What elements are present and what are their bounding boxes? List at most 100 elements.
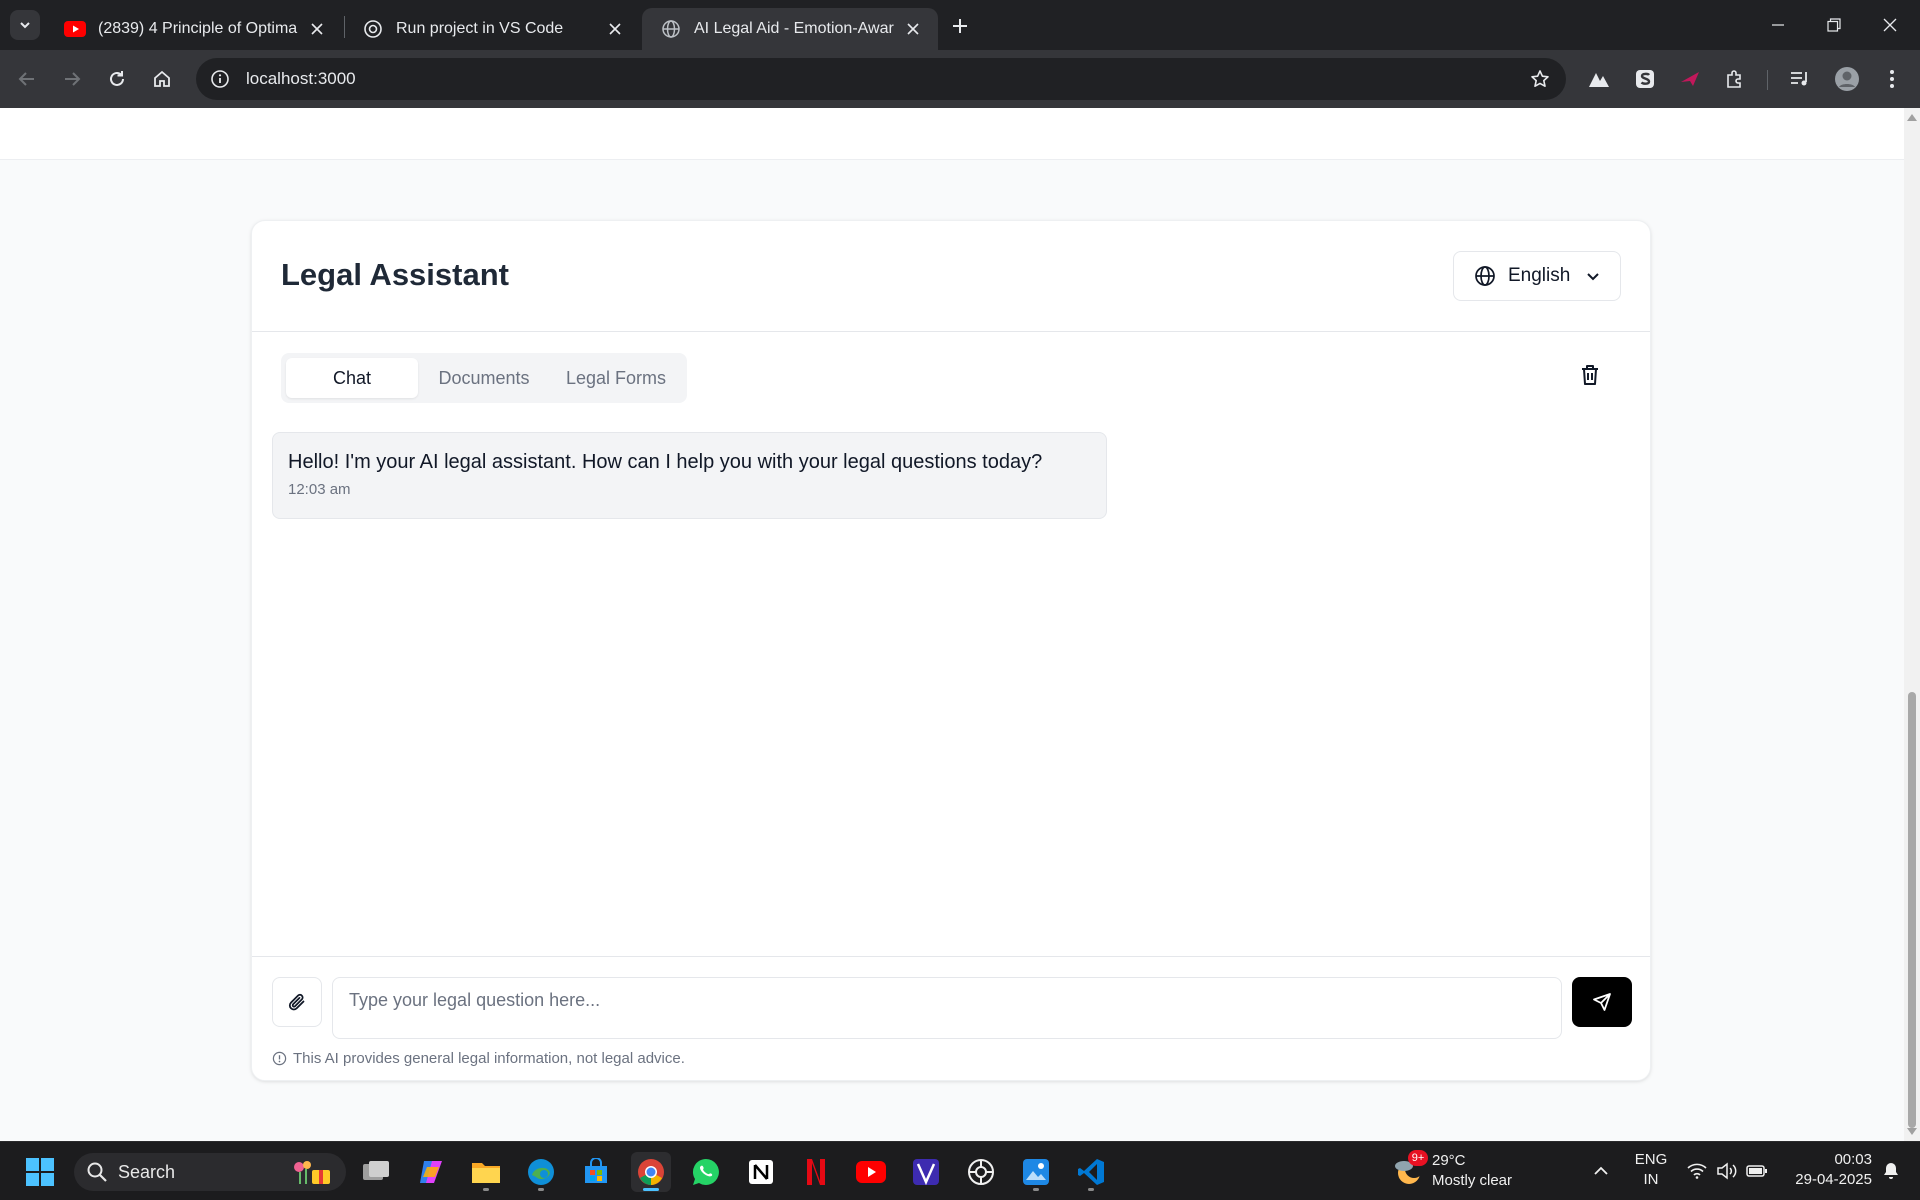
clock-date[interactable]: 29-04-2025 <box>1784 1171 1872 1188</box>
chatgpt-icon[interactable] <box>961 1152 1001 1192</box>
tab-title: (2839) 4 Principle of Optimality <box>98 20 298 37</box>
disclaimer-text: This AI provides general legal informati… <box>293 1050 685 1067</box>
search-label: Search <box>118 1161 176 1182</box>
windows-logo-icon <box>26 1158 54 1186</box>
mountain-extension-icon[interactable] <box>1583 63 1615 95</box>
question-input[interactable] <box>332 977 1562 1039</box>
restore-button[interactable] <box>1806 0 1862 50</box>
restore-icon <box>1827 18 1841 32</box>
chevron-down-icon <box>1584 267 1602 285</box>
plus-icon <box>953 19 967 33</box>
microsoft-store-icon[interactable] <box>576 1152 616 1192</box>
close-icon <box>1883 18 1897 32</box>
browser-tab-youtube[interactable]: (2839) 4 Principle of Optimality <box>46 8 342 50</box>
card-header: Legal Assistant English <box>252 221 1650 332</box>
browser-menu-button[interactable] <box>1876 63 1908 95</box>
scroll-down-arrow-icon[interactable] <box>1907 1128 1917 1135</box>
youtube-icon <box>64 18 86 40</box>
vpn-shield-icon[interactable] <box>906 1152 946 1192</box>
site-info-icon[interactable] <box>208 67 232 91</box>
forward-button[interactable] <box>55 62 89 96</box>
weather-widget[interactable]: 9+ 29°C Mostly clear <box>1390 1150 1530 1194</box>
close-icon[interactable] <box>604 18 626 40</box>
wifi-icon[interactable] <box>1686 1160 1708 1182</box>
active-indicator <box>643 1188 659 1191</box>
notifications-icon[interactable] <box>1880 1160 1902 1182</box>
chevron-down-icon <box>20 22 30 29</box>
input-language-bottom[interactable]: IN <box>1628 1171 1674 1188</box>
disclaimer: This AI provides general legal informati… <box>272 1050 685 1067</box>
media-controls-icon[interactable] <box>1784 63 1816 95</box>
netflix-icon[interactable] <box>796 1152 836 1192</box>
send-button[interactable] <box>1572 977 1632 1027</box>
puzzle-extensions-icon[interactable] <box>1719 63 1751 95</box>
show-hidden-icons-button[interactable] <box>1590 1160 1612 1182</box>
language-label: English <box>1508 265 1571 286</box>
page-viewport: Legal Assistant English Chat Documents L… <box>0 108 1904 1141</box>
chevron-up-icon <box>1594 1166 1608 1175</box>
browser-toolbar: localhost:3000 <box>0 50 1920 108</box>
toolbar-divider <box>1767 70 1768 90</box>
copilot-icon[interactable] <box>411 1152 451 1192</box>
tab-chat[interactable]: Chat <box>286 358 418 398</box>
page-top-navbar <box>0 108 1904 160</box>
message-composer: This AI provides general legal informati… <box>252 956 1650 1082</box>
minimize-button[interactable] <box>1750 0 1806 50</box>
clear-chat-button[interactable] <box>1570 355 1610 395</box>
s-extension-icon[interactable] <box>1629 63 1661 95</box>
running-indicator <box>1033 1188 1039 1191</box>
reload-button[interactable] <box>100 62 134 96</box>
clock-time[interactable]: 00:03 <box>1784 1151 1872 1168</box>
chrome-icon[interactable] <box>631 1152 671 1192</box>
input-language-top[interactable]: ENG <box>1628 1151 1674 1168</box>
tab-legal-forms[interactable]: Legal Forms <box>550 358 682 398</box>
address-bar[interactable]: localhost:3000 <box>196 58 1566 100</box>
reload-icon <box>110 71 124 86</box>
more-vertical-icon <box>1890 70 1894 88</box>
edge-icon[interactable] <box>521 1152 561 1192</box>
arrow-left-icon <box>18 72 34 86</box>
page-scrollbar[interactable] <box>1904 108 1920 1141</box>
scroll-up-arrow-icon[interactable] <box>1907 114 1917 121</box>
trash-icon <box>1582 365 1598 385</box>
language-select[interactable]: English <box>1453 251 1621 301</box>
profile-avatar[interactable] <box>1831 63 1863 95</box>
scrollbar-thumb[interactable] <box>1908 692 1916 1128</box>
back-button[interactable] <box>10 62 44 96</box>
browser-tab-chatgpt[interactable]: Run project in VS Code <box>344 8 640 50</box>
tab-search-button[interactable] <box>10 10 40 40</box>
flowers-gift-icon <box>294 1161 330 1184</box>
home-button[interactable] <box>145 62 179 96</box>
close-icon[interactable] <box>902 18 924 40</box>
vscode-icon[interactable] <box>1071 1152 1111 1192</box>
battery-icon[interactable] <box>1746 1160 1768 1182</box>
new-tab-button[interactable] <box>946 12 974 40</box>
start-button[interactable] <box>20 1152 60 1192</box>
taskbar-search[interactable]: Search <box>74 1153 346 1191</box>
close-icon[interactable] <box>306 18 328 40</box>
volume-icon[interactable] <box>1716 1160 1738 1182</box>
weather-badge: 9+ <box>1408 1150 1428 1166</box>
legal-assistant-card: Legal Assistant English Chat Documents L… <box>251 220 1651 1081</box>
bookmark-star-icon[interactable] <box>1528 67 1552 91</box>
file-explorer-icon[interactable] <box>466 1152 506 1192</box>
close-window-button[interactable] <box>1862 0 1918 50</box>
minimize-icon <box>1772 24 1784 26</box>
browser-tab-strip: (2839) 4 Principle of Optimality Run pro… <box>0 0 1920 50</box>
youtube-icon[interactable] <box>851 1152 891 1192</box>
tab-documents[interactable]: Documents <box>418 358 550 398</box>
notion-icon[interactable] <box>741 1152 781 1192</box>
weather-condition: Mostly clear <box>1432 1172 1513 1189</box>
attach-file-button[interactable] <box>272 977 322 1027</box>
task-view-icon[interactable] <box>356 1152 396 1192</box>
photos-icon[interactable] <box>1016 1152 1056 1192</box>
browser-tab-legal-aid[interactable]: AI Legal Aid - Emotion-Aware Le <box>642 8 938 50</box>
running-indicator <box>483 1188 489 1191</box>
whatsapp-icon[interactable] <box>686 1152 726 1192</box>
bird-extension-icon[interactable] <box>1674 63 1706 95</box>
weather-temp: 29°C <box>1432 1152 1466 1169</box>
tab-title: AI Legal Aid - Emotion-Aware Le <box>694 20 894 37</box>
search-icon <box>86 1161 108 1183</box>
tab-list: Chat Documents Legal Forms <box>281 353 687 403</box>
running-indicator <box>1088 1188 1094 1191</box>
